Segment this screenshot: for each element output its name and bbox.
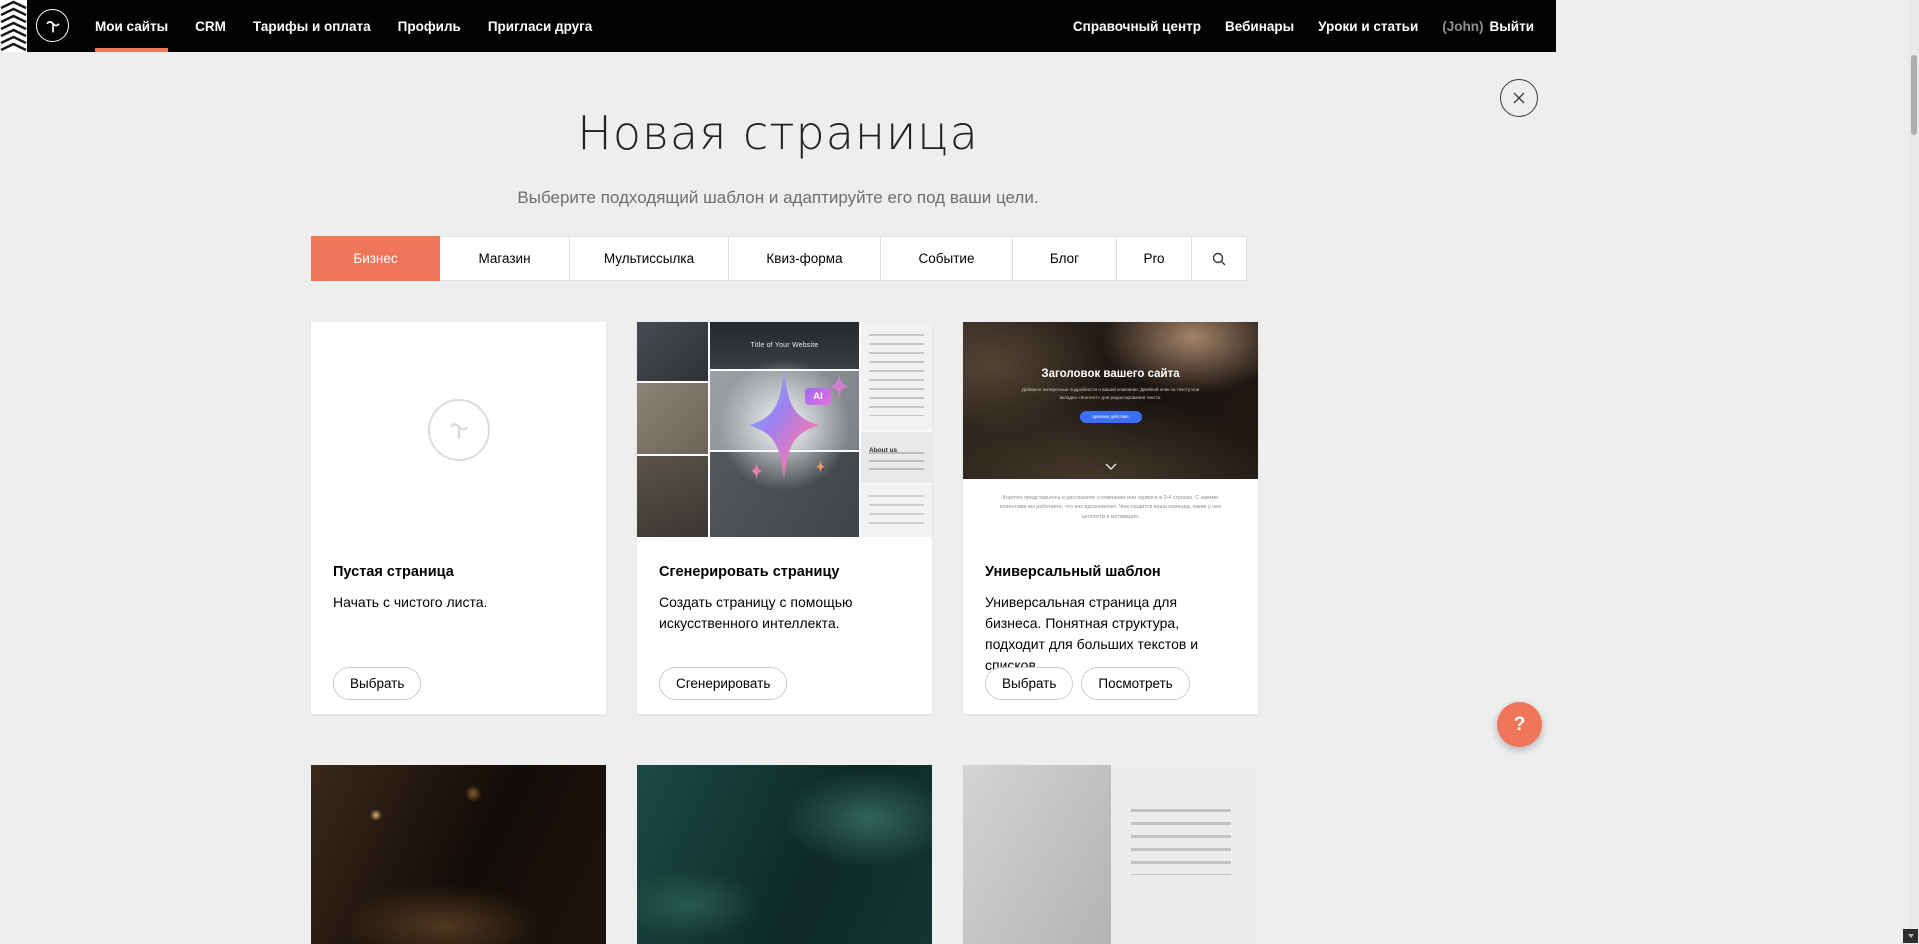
collage-tile <box>637 456 708 537</box>
logout-link[interactable]: Выйти <box>1490 19 1535 34</box>
tab-blog[interactable]: Блог <box>1012 236 1117 281</box>
nav-my-sites[interactable]: Мои сайты <box>95 0 168 52</box>
template-card-partial[interactable] <box>311 765 606 944</box>
card-description: Создать страницу с помощью искусственног… <box>659 592 910 634</box>
template-hero: Заголовок вашего сайта Добавьте интересн… <box>963 322 1258 479</box>
template-hero-subtitle: Добавьте интересные подробности о вашей … <box>1015 386 1207 402</box>
card-description: Начать с чистого листа. <box>333 592 584 613</box>
template-preview-image <box>637 765 932 944</box>
nav-tariffs[interactable]: Тарифы и оплата <box>253 0 371 52</box>
template-body-text: Коротко представьтесь и расскажите о ком… <box>993 494 1229 522</box>
nav-invite-friend[interactable]: Пригласи друга <box>488 0 592 52</box>
page-subtitle: Выберите подходящий шаблон и адаптируйте… <box>0 188 1556 208</box>
nav-user-logout[interactable]: (John) Выйти <box>1442 0 1534 52</box>
nav-profile[interactable]: Профиль <box>398 0 461 52</box>
nav-lessons[interactable]: Уроки и статьи <box>1318 0 1418 52</box>
tab-business[interactable]: Бизнес <box>311 236 440 281</box>
card-title: Универсальный шаблон <box>985 564 1236 580</box>
tab-multilink[interactable]: Мультиссылка <box>569 236 729 281</box>
main-nav: Мои сайты CRM Тарифы и оплата Профиль Пр… <box>95 0 592 52</box>
scrollbar-thumb[interactable] <box>1911 55 1917 135</box>
template-grid-row-2 <box>311 765 1258 944</box>
close-icon <box>1512 91 1526 105</box>
ai-collage-preview: Title of Your Website About us <box>637 322 932 537</box>
generate-button[interactable]: Сгенерировать <box>659 667 787 700</box>
tilda-logo[interactable] <box>36 9 69 42</box>
nav-webinars[interactable]: Вебинары <box>1225 0 1294 52</box>
user-name: (John) <box>1442 19 1483 34</box>
ai-badge: AI <box>805 388 831 405</box>
scrollbar-down-button[interactable] <box>1903 929 1918 943</box>
search-icon <box>1211 251 1227 267</box>
zigzag-decoration <box>0 0 27 52</box>
template-grid: Пустая страница Начать с чистого листа. … <box>311 322 1258 714</box>
page-title: Новая страница <box>0 106 1556 160</box>
tab-quiz-form[interactable]: Квиз-форма <box>728 236 881 281</box>
card-actions: Выбрать <box>333 667 421 700</box>
template-category-tabs: Бизнес Магазин Мультиссылка Квиз-форма С… <box>311 236 1247 281</box>
scrollbar-track[interactable] <box>1909 0 1919 944</box>
universal-template-preview: Заголовок вашего сайта Добавьте интересн… <box>963 322 1258 537</box>
tab-event[interactable]: Событие <box>880 236 1013 281</box>
template-preview-image <box>311 765 606 944</box>
tilda-logo-icon <box>42 15 64 37</box>
nav-help-center[interactable]: Справочный центр <box>1073 0 1201 52</box>
nav-crm[interactable]: CRM <box>195 0 226 52</box>
card-actions: Выбрать Посмотреть <box>985 667 1190 700</box>
tab-pro[interactable]: Pro <box>1116 236 1192 281</box>
card-actions: Сгенерировать <box>659 667 787 700</box>
card-description: Универсальная страница для бизнеса. Поня… <box>985 592 1236 676</box>
top-nav-bar: Мои сайты CRM Тарифы и оплата Профиль Пр… <box>0 0 1556 52</box>
screen: { "header": { "nav": [ {"label": "Мои са… <box>0 0 1919 944</box>
card-universal-template: Заголовок вашего сайта Добавьте интересн… <box>963 322 1258 714</box>
template-card-partial[interactable] <box>963 765 1258 944</box>
card-ai-generate: Title of Your Website About us <box>637 322 932 714</box>
tilda-watermark-icon <box>428 399 490 461</box>
tab-search[interactable] <box>1191 236 1247 281</box>
card-title: Пустая страница <box>333 564 584 580</box>
chevron-down-icon <box>1104 463 1118 471</box>
select-button[interactable]: Выбрать <box>333 667 421 700</box>
secondary-nav: Справочный центр Вебинары Уроки и статьи… <box>1073 0 1534 52</box>
help-button[interactable]: ? <box>1497 702 1542 747</box>
collage-tile <box>637 322 708 381</box>
select-button[interactable]: Выбрать <box>985 667 1073 700</box>
card-blank-page: Пустая страница Начать с чистого листа. … <box>311 322 606 714</box>
ai-sparkle-icon <box>705 356 875 516</box>
collage-site-title: Title of Your Website <box>750 342 818 349</box>
collage-tile <box>637 383 708 454</box>
card-title: Сгенерировать страницу <box>659 564 910 580</box>
blank-page-preview <box>311 322 606 537</box>
template-hero-title: Заголовок вашего сайта <box>963 322 1258 380</box>
preview-button[interactable]: Посмотреть <box>1081 667 1189 700</box>
template-cta-button: Целевое действие <box>1080 411 1142 423</box>
tab-shop[interactable]: Магазин <box>439 236 570 281</box>
template-preview-image <box>963 765 1258 944</box>
template-card-partial[interactable] <box>637 765 932 944</box>
template-body-section: Коротко представьтесь и расскажите о ком… <box>963 479 1258 537</box>
